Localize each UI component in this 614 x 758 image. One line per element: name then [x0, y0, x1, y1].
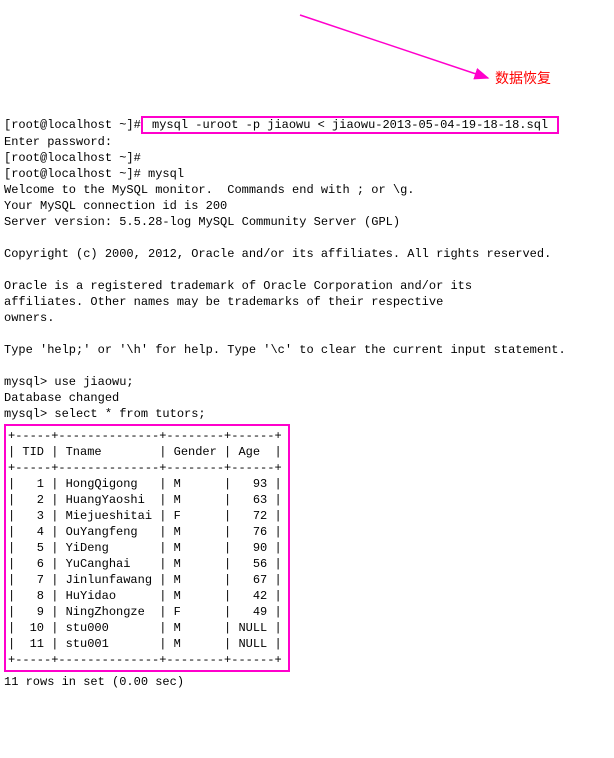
result-footer: 11 rows in set (0.00 sec)	[4, 675, 184, 689]
arrow-annotation	[0, 0, 614, 120]
terminal-output: Enter password: [root@localhost ~]# [roo…	[4, 134, 610, 422]
prompt-line-1: [root@localhost ~]# mysql -uroot -p jiao…	[4, 118, 559, 132]
highlighted-command-1: mysql -uroot -p jiaowu < jiaowu-2013-05-…	[141, 116, 559, 134]
annotation-label: 数据恢复	[495, 70, 551, 86]
query-result-table: +-----+--------------+--------+------+ |…	[4, 424, 290, 672]
